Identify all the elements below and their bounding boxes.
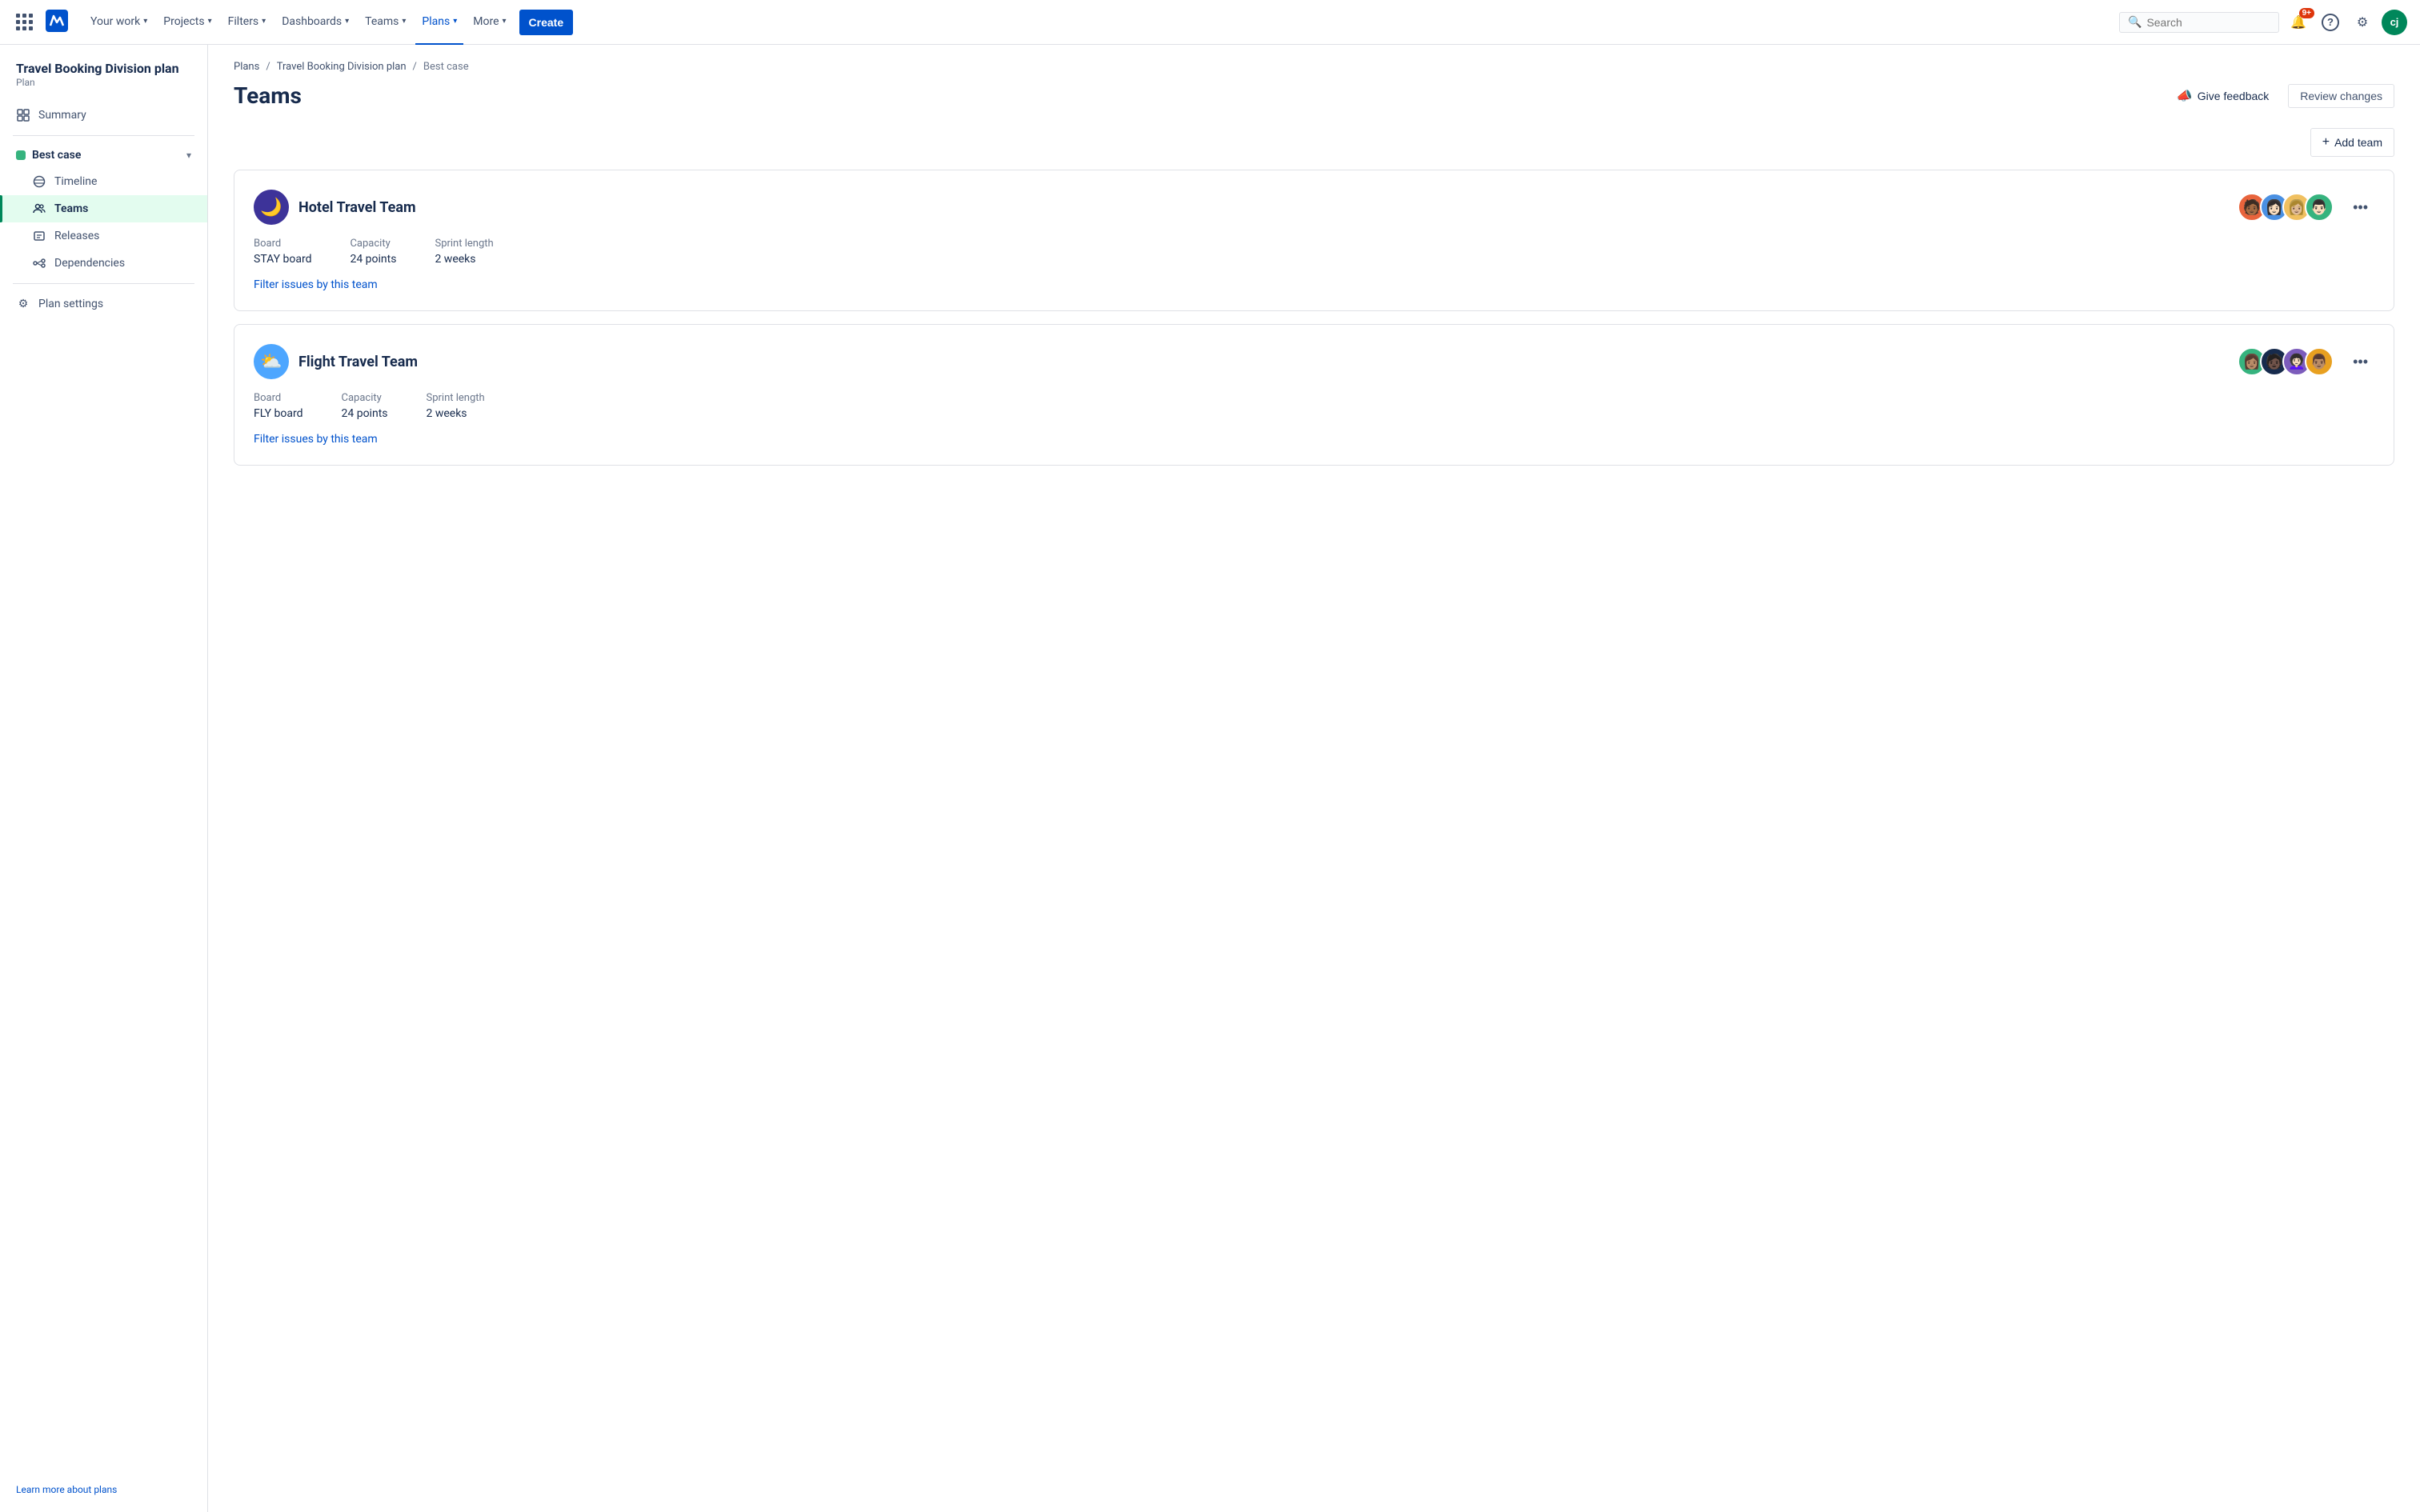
summary-icon — [16, 108, 30, 122]
hotel-team-more-button[interactable]: ••• — [2346, 196, 2374, 219]
breadcrumb-separator: / — [266, 61, 270, 73]
group-indicator — [16, 150, 26, 160]
review-changes-button[interactable]: Review changes — [2288, 84, 2394, 108]
flight-team-members: 👩🏽 🧑🏿 👩🏻‍🦱 👨🏽 — [2238, 347, 2334, 376]
breadcrumb-plans[interactable]: Plans — [234, 61, 259, 73]
flight-team-more-button[interactable]: ••• — [2346, 350, 2374, 374]
page-header: Teams 📣 Give feedback Review changes — [234, 82, 2394, 109]
hotel-capacity-meta: Capacity 24 points — [350, 238, 396, 266]
flight-capacity-meta: Capacity 24 points — [342, 392, 388, 420]
nav-projects[interactable]: Projects ▾ — [157, 0, 218, 45]
teams-list: 🌙 Hotel Travel Team 🧑🏾 👩🏻 👩🏼 👨🏻 ••• — [234, 170, 2394, 466]
sidebar-item-plan-settings[interactable]: ⚙ Plan settings — [0, 290, 207, 318]
plus-icon: + — [2322, 135, 2330, 150]
sidebar-item-timeline[interactable]: Timeline — [0, 168, 207, 195]
chevron-down-icon: ▾ — [262, 17, 266, 26]
top-navigation: Your work ▾ Projects ▾ Filters ▾ Dashboa… — [0, 0, 2420, 45]
chevron-down-icon: ▾ — [208, 17, 212, 26]
member-avatar: 👨🏻 — [2305, 193, 2334, 222]
team-title-flight: ⛅ Flight Travel Team — [254, 344, 418, 379]
flight-team-icon: ⛅ — [254, 344, 289, 379]
megaphone-icon: 📣 — [2177, 88, 2193, 104]
sidebar-group-best-case[interactable]: Best case ▾ — [0, 142, 207, 168]
hotel-board-meta: Board STAY board — [254, 238, 311, 266]
breadcrumb: Plans / Travel Booking Division plan / B… — [234, 61, 2394, 73]
user-avatar[interactable]: cj — [2382, 10, 2407, 35]
team-card-header-hotel: 🌙 Hotel Travel Team 🧑🏾 👩🏻 👩🏼 👨🏻 ••• — [254, 190, 2374, 225]
sidebar-divider-2 — [13, 283, 194, 284]
gear-icon: ⚙ — [2357, 14, 2368, 30]
sidebar-item-releases[interactable]: Releases — [0, 222, 207, 250]
chevron-down-icon: ▾ — [503, 17, 507, 26]
app-logo[interactable] — [46, 10, 68, 35]
chevron-down-icon: ▾ — [402, 17, 406, 26]
flight-sprint-meta: Sprint length 2 weeks — [427, 392, 485, 420]
main-layout: Travel Booking Division plan Plan Summar… — [0, 45, 2420, 1512]
nav-plans[interactable]: Plans ▾ — [415, 0, 463, 45]
sidebar-project-title: Travel Booking Division plan Plan — [0, 61, 207, 102]
settings-button[interactable]: ⚙ — [2350, 10, 2375, 35]
notification-badge: 9+ — [2299, 8, 2314, 18]
chevron-down-icon: ▾ — [186, 150, 191, 161]
chevron-down-icon: ▾ — [345, 17, 349, 26]
page-title: Teams — [234, 82, 302, 109]
sidebar-item-dependencies[interactable]: Dependencies — [0, 250, 207, 277]
nav-dashboards[interactable]: Dashboards ▾ — [275, 0, 355, 45]
app-switcher[interactable] — [13, 10, 36, 34]
search-icon: 🔍 — [2128, 16, 2142, 29]
help-button[interactable]: ? — [2318, 10, 2343, 35]
sidebar-item-teams[interactable]: Teams — [0, 195, 207, 222]
add-team-button[interactable]: + Add team — [2310, 128, 2394, 157]
hotel-sprint-meta: Sprint length 2 weeks — [435, 238, 493, 266]
nav-filters[interactable]: Filters ▾ — [222, 0, 273, 45]
hotel-team-members: 🧑🏾 👩🏻 👩🏼 👨🏻 — [2238, 193, 2334, 222]
hotel-team-meta: Board STAY board Capacity 24 points Spri… — [254, 238, 2374, 266]
nav-teams[interactable]: Teams ▾ — [359, 0, 412, 45]
search-box[interactable]: 🔍 — [2119, 12, 2279, 33]
teams-icon — [32, 202, 46, 216]
dependencies-icon — [32, 256, 46, 270]
help-icon: ? — [2322, 14, 2339, 31]
add-team-container: + Add team — [234, 128, 2394, 170]
releases-icon — [32, 229, 46, 243]
main-content: Plans / Travel Booking Division plan / B… — [208, 45, 2420, 1512]
flight-team-meta: Board FLY board Capacity 24 points Sprin… — [254, 392, 2374, 420]
team-card-hotel: 🌙 Hotel Travel Team 🧑🏾 👩🏻 👩🏼 👨🏻 ••• — [234, 170, 2394, 311]
sidebar-footer: Learn more about plans — [0, 1470, 207, 1496]
breadcrumb-separator-2: / — [413, 61, 417, 73]
team-title-hotel: 🌙 Hotel Travel Team — [254, 190, 416, 225]
flight-filter-link[interactable]: Filter issues by this team — [254, 433, 378, 446]
settings-icon: ⚙ — [16, 297, 30, 311]
breadcrumb-current: Best case — [423, 61, 469, 73]
sidebar: Travel Booking Division plan Plan Summar… — [0, 45, 208, 1512]
hotel-team-icon: 🌙 — [254, 190, 289, 225]
header-actions: 📣 Give feedback Review changes — [2167, 83, 2394, 109]
create-button[interactable]: Create — [519, 10, 574, 35]
notifications-button[interactable]: 🔔 9+ — [2286, 10, 2311, 35]
team-card-flight: ⛅ Flight Travel Team 👩🏽 🧑🏿 👩🏻‍🦱 👨🏽 ••• — [234, 324, 2394, 466]
learn-more-link[interactable]: Learn more about plans — [16, 1484, 117, 1495]
hotel-filter-link[interactable]: Filter issues by this team — [254, 278, 378, 291]
nav-more[interactable]: More ▾ — [467, 0, 512, 45]
chevron-down-icon: ▾ — [143, 17, 147, 26]
timeline-icon — [32, 174, 46, 189]
chevron-down-icon: ▾ — [453, 17, 457, 26]
sidebar-divider — [13, 135, 194, 136]
member-avatar: 👨🏽 — [2305, 347, 2334, 376]
breadcrumb-plan-name[interactable]: Travel Booking Division plan — [277, 61, 407, 73]
sidebar-item-summary[interactable]: Summary — [0, 102, 207, 129]
team-card-header-flight: ⛅ Flight Travel Team 👩🏽 🧑🏿 👩🏻‍🦱 👨🏽 ••• — [254, 344, 2374, 379]
nav-your-work[interactable]: Your work ▾ — [84, 0, 154, 45]
give-feedback-button[interactable]: 📣 Give feedback — [2167, 83, 2278, 109]
flight-board-meta: Board FLY board — [254, 392, 303, 420]
search-input[interactable] — [2146, 16, 2270, 29]
